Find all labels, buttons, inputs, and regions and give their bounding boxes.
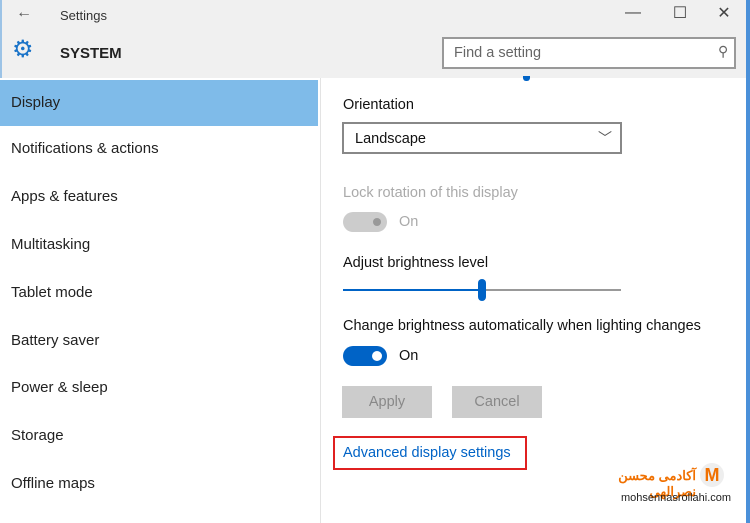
window-title: Settings: [60, 8, 107, 23]
maximize-icon[interactable]: ☐: [665, 3, 695, 23]
auto-brightness-state: On: [399, 348, 419, 364]
close-icon[interactable]: ✕: [709, 3, 739, 23]
sidebar-item-power-sleep[interactable]: Power & sleep: [0, 365, 318, 411]
sidebar-item-storage[interactable]: Storage: [0, 413, 318, 459]
watermark-logo: M: [700, 463, 724, 487]
back-arrow-icon[interactable]: ←: [16, 4, 32, 22]
chevron-down-icon: ﹀: [598, 130, 612, 146]
sidebar-item-multitasking[interactable]: Multitasking: [0, 222, 318, 268]
auto-brightness-toggle[interactable]: [343, 346, 387, 366]
sidebar: Display Notifications & actions Apps & f…: [0, 78, 320, 523]
auto-brightness-label: Change brightness automatically when lig…: [343, 318, 701, 334]
sidebar-item-tablet-mode[interactable]: Tablet mode: [0, 270, 318, 316]
minimize-icon[interactable]: —: [618, 4, 648, 22]
title-bar: ← Settings — ☐ ✕ ⚙ SYSTEM Find a setting…: [0, 0, 750, 78]
lock-rotation-state: On: [399, 214, 419, 230]
slider-thumb[interactable]: [478, 279, 486, 301]
brightness-label: Adjust brightness level: [343, 255, 489, 271]
divider: [320, 78, 321, 523]
orientation-value: Landscape: [355, 131, 426, 147]
orientation-label: Orientation: [343, 97, 414, 113]
section-title: SYSTEM: [60, 45, 122, 62]
sidebar-item-apps[interactable]: Apps & features: [0, 174, 318, 220]
window-border: [746, 0, 750, 523]
search-icon[interactable]: ⚲: [718, 43, 728, 60]
lock-rotation-label: Lock rotation of this display: [343, 185, 518, 201]
sidebar-item-offline-maps[interactable]: Offline maps: [0, 461, 318, 507]
brightness-slider[interactable]: [343, 279, 621, 301]
cancel-button[interactable]: Cancel: [452, 386, 542, 418]
watermark-url: mohsennasrollahi.com: [621, 492, 732, 504]
sidebar-item-notifications[interactable]: Notifications & actions: [0, 126, 318, 172]
search-placeholder: Find a setting: [454, 45, 542, 61]
scroll-indicator: [523, 76, 530, 81]
advanced-display-settings-link[interactable]: Advanced display settings: [343, 445, 511, 461]
sidebar-item-battery-saver[interactable]: Battery saver: [0, 318, 318, 364]
orientation-dropdown[interactable]: Landscape ﹀: [342, 122, 622, 154]
apply-button[interactable]: Apply: [342, 386, 432, 418]
lock-rotation-toggle[interactable]: [343, 212, 387, 232]
search-input[interactable]: Find a setting ⚲: [442, 37, 736, 69]
sidebar-item-display[interactable]: Display: [0, 80, 318, 126]
gear-icon: ⚙: [12, 36, 34, 63]
